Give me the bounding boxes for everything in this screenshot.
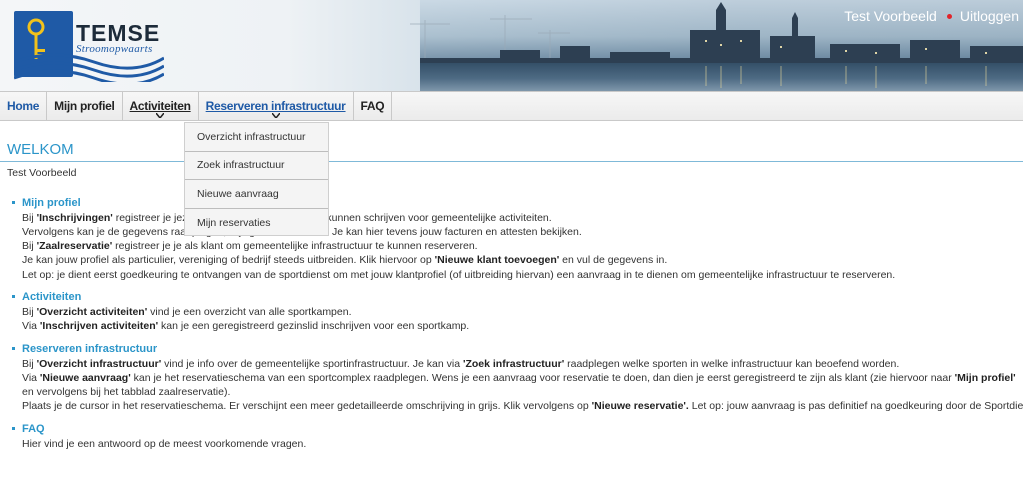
text-span: Let op: jouw aanvraag is pas definitief … [688, 400, 1023, 413]
text-span: Let op: je dient eerst goedkeuring te on… [22, 268, 896, 281]
menu-item-mijn-reservaties[interactable]: Mijn reservaties [185, 209, 328, 238]
text-bold: 'Overzicht activiteiten' [36, 305, 148, 318]
title-divider [0, 161, 1023, 162]
text-span: Via [22, 320, 40, 333]
logout-dot-icon [946, 13, 952, 19]
text-span: registreer je jezelf en je gezinsleden o… [112, 211, 552, 224]
square-bullet-icon [12, 201, 15, 204]
logo-subtitle: Stroomopwaarts [76, 43, 153, 55]
nav-mijn-profiel-label: Mijn profiel [54, 99, 115, 113]
section-title-mijn-profiel[interactable]: Mijn profiel [22, 196, 1020, 211]
text-span: raadplegen welke sporten in welke infras… [564, 357, 900, 370]
text-bold: 'Overzicht infrastructuur' [36, 357, 162, 370]
text-span: vind je info over de gemeentelijke sport… [161, 357, 463, 370]
text-span: en vul de gegevens in. [559, 254, 668, 267]
nav-home[interactable]: Home [0, 92, 48, 120]
section-text-line: Hier vind je een antwoord op de meest vo… [22, 437, 1020, 451]
text-span: Bij [22, 211, 37, 224]
text-span: Bij [22, 240, 37, 253]
text-bold: 'Zoek infrastructuur' [462, 357, 565, 370]
text-bold: 'Nieuwe reservatie'. [591, 400, 689, 413]
section-activiteiten: Activiteiten Bij 'Overzicht activiteiten… [10, 290, 1020, 333]
welcome-user-name: Test Voorbeeld [7, 167, 77, 179]
section-text-line: Bij 'Overzicht activiteiten' vind je een… [22, 305, 1020, 319]
text-bold: 'Mijn profiel' [954, 371, 1016, 384]
text-span: Plaats je de cursor in het reservatiesch… [22, 400, 592, 413]
nav-home-label: Home [7, 99, 40, 113]
square-bullet-icon [12, 347, 15, 351]
nav-reserveren-infrastructuur-label: Reserveren infrastructuur [205, 99, 346, 113]
menu-item-nieuwe-aanvraag[interactable]: Nieuwe aanvraag [185, 180, 328, 209]
text-span: Bij [22, 357, 37, 370]
welcome-sections: Mijn profiel Bij 'Inschrijvingen' regist… [10, 196, 1023, 460]
section-reserveren-infrastructuur: Reserveren infrastructuur Bij 'Overzicht… [10, 342, 1023, 414]
chevron-down-icon [271, 113, 280, 118]
nav-faq[interactable]: FAQ [354, 92, 393, 120]
section-title-activiteiten[interactable]: Activiteiten [22, 290, 1020, 305]
section-text-line: Bij 'Overzicht infrastructuur' vind je i… [22, 357, 1020, 371]
text-bold: 'Inschrijvingen' [36, 211, 113, 224]
section-text-line: Vervolgens kan je de gegevens raadplegen… [22, 225, 1020, 239]
page-title: WELKOM [7, 141, 74, 158]
section-text-line: Plaats je de cursor in het reservatiesch… [22, 399, 1023, 413]
text-span: Via [22, 371, 40, 384]
section-mijn-profiel: Mijn profiel Bij 'Inschrijvingen' regist… [10, 196, 1020, 282]
nav-activiteiten[interactable]: Activiteiten [123, 92, 199, 120]
reserveren-dropdown-menu: Overzicht infrastructuur Zoek infrastruc… [184, 122, 329, 236]
section-title-reserveren-infrastructuur[interactable]: Reserveren infrastructuur [22, 342, 1020, 357]
text-bold: 'Inschrijven activiteiten' [39, 320, 159, 333]
text-bold: 'Zaalreservatie' [36, 240, 113, 253]
nav-activiteiten-label: Activiteiten [129, 99, 191, 113]
text-bold: 'Nieuwe klant toevoegen' [434, 254, 560, 267]
text-span: vind je een overzicht van alle sportkamp… [147, 305, 352, 318]
text-span: kan je het reservatieschema van een spor… [130, 371, 955, 384]
section-text-line: Je kan jouw profiel als particulier, ver… [22, 253, 1020, 267]
square-bullet-icon [12, 295, 15, 299]
user-bar: Test Voorbeeld Uitloggen [844, 8, 1019, 24]
text-span: Bij [22, 305, 37, 318]
nav-mijn-profiel[interactable]: Mijn profiel [47, 92, 123, 120]
user-name[interactable]: Test Voorbeeld [844, 8, 937, 24]
section-text-line: Bij 'Zaalreservatie' registreer je je al… [22, 239, 1020, 253]
section-text-line: Bij 'Inschrijvingen' registreer je jezel… [22, 211, 1020, 225]
section-text-line: Let op: je dient eerst goedkeuring te on… [22, 268, 1020, 282]
nav-faq-label: FAQ [360, 99, 385, 113]
section-faq: FAQ Hier vind je een antwoord op de mees… [10, 422, 1020, 451]
section-title-faq[interactable]: FAQ [22, 422, 1020, 437]
text-span: Hier vind je een antwoord op de meest vo… [22, 437, 307, 450]
logout-link[interactable]: Uitloggen [960, 8, 1019, 24]
text-bold: 'Nieuwe aanvraag' [39, 371, 131, 384]
square-bullet-icon [12, 427, 15, 431]
text-span: registreer je je als klant om gemeenteli… [112, 240, 478, 253]
menu-item-zoek-infrastructuur[interactable]: Zoek infrastructuur [185, 152, 328, 180]
section-text-line: Via 'Nieuwe aanvraag' kan je het reserva… [22, 371, 1020, 400]
menu-item-overzicht-infrastructuur[interactable]: Overzicht infrastructuur [185, 123, 328, 152]
main-nav: Home Mijn profiel Activiteiten Reservere… [0, 91, 1023, 121]
nav-reserveren-infrastructuur[interactable]: Reserveren infrastructuur [199, 92, 354, 120]
section-text-line: Via 'Inschrijven activiteiten' kan je ee… [22, 319, 1020, 333]
text-span: Je kan jouw profiel als particulier, ver… [22, 254, 435, 267]
text-span: en vervolgens bij het tabblad zaalreserv… [22, 386, 231, 399]
header-banner: TEMSE Stroomopwaarts Test Voorbeeld Uitl… [0, 0, 1023, 91]
chevron-down-icon [156, 113, 165, 118]
text-span: kan je een geregistreerd gezinslid insch… [158, 320, 470, 333]
